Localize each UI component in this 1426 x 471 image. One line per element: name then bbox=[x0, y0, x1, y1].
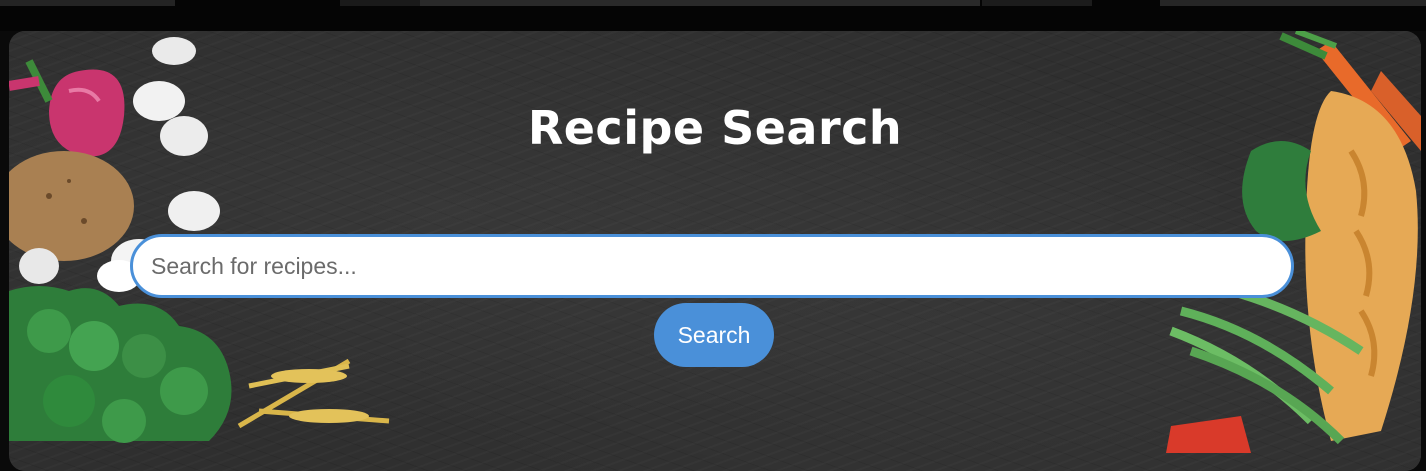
code-fragment bbox=[420, 0, 980, 6]
search-input[interactable] bbox=[130, 234, 1294, 298]
code-fragment bbox=[1160, 0, 1426, 6]
page-title: Recipe Search bbox=[527, 101, 903, 155]
editor-background-strip bbox=[0, 0, 1426, 31]
code-fragment bbox=[340, 0, 420, 6]
code-fragment bbox=[0, 0, 175, 6]
search-button[interactable]: Search bbox=[654, 303, 774, 367]
code-fragment bbox=[982, 0, 1092, 6]
recipe-search-panel: Recipe Search Search bbox=[9, 31, 1421, 471]
